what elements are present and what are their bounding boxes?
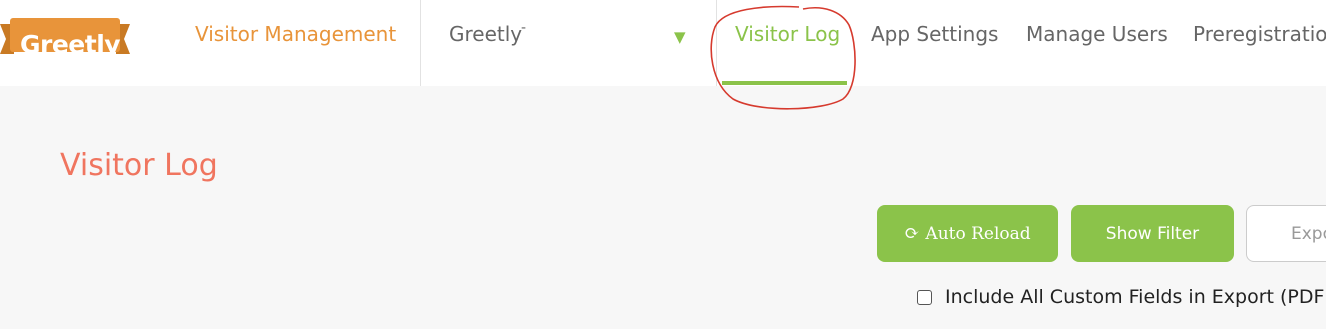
- page-title: Visitor Log: [60, 148, 218, 183]
- include-custom-fields-option: Include All Custom Fields in Export (PDF: [917, 286, 1324, 308]
- top-navigation-bar: Greetly Visitor Management Greetly - ▼ V…: [0, 0, 1326, 86]
- account-mark: -: [521, 20, 527, 36]
- red-circle-annotation: [710, 5, 856, 110]
- chevron-down-icon[interactable]: ▼: [674, 28, 686, 46]
- show-filter-button[interactable]: Show Filter: [1071, 205, 1234, 262]
- refresh-icon: ⟳: [904, 223, 920, 244]
- tab-preregistration[interactable]: Preregistration: [1193, 22, 1326, 46]
- nav-divider: [420, 0, 421, 86]
- logo-text: Greetly: [20, 30, 121, 59]
- include-custom-fields-checkbox[interactable]: [917, 289, 932, 305]
- export-button[interactable]: Export: [1246, 205, 1326, 262]
- nav-visitor-management[interactable]: Visitor Management: [195, 22, 396, 46]
- tab-manage-users[interactable]: Manage Users: [1026, 22, 1168, 46]
- auto-reload-button[interactable]: ⟳ Auto Reload: [877, 205, 1058, 262]
- tab-app-settings[interactable]: App Settings: [871, 22, 998, 46]
- account-selector[interactable]: Greetly: [449, 22, 522, 46]
- greetly-logo[interactable]: Greetly: [0, 14, 130, 59]
- include-custom-fields-label: Include All Custom Fields in Export (PDF: [945, 286, 1325, 308]
- auto-reload-label: Auto Reload: [925, 223, 1031, 244]
